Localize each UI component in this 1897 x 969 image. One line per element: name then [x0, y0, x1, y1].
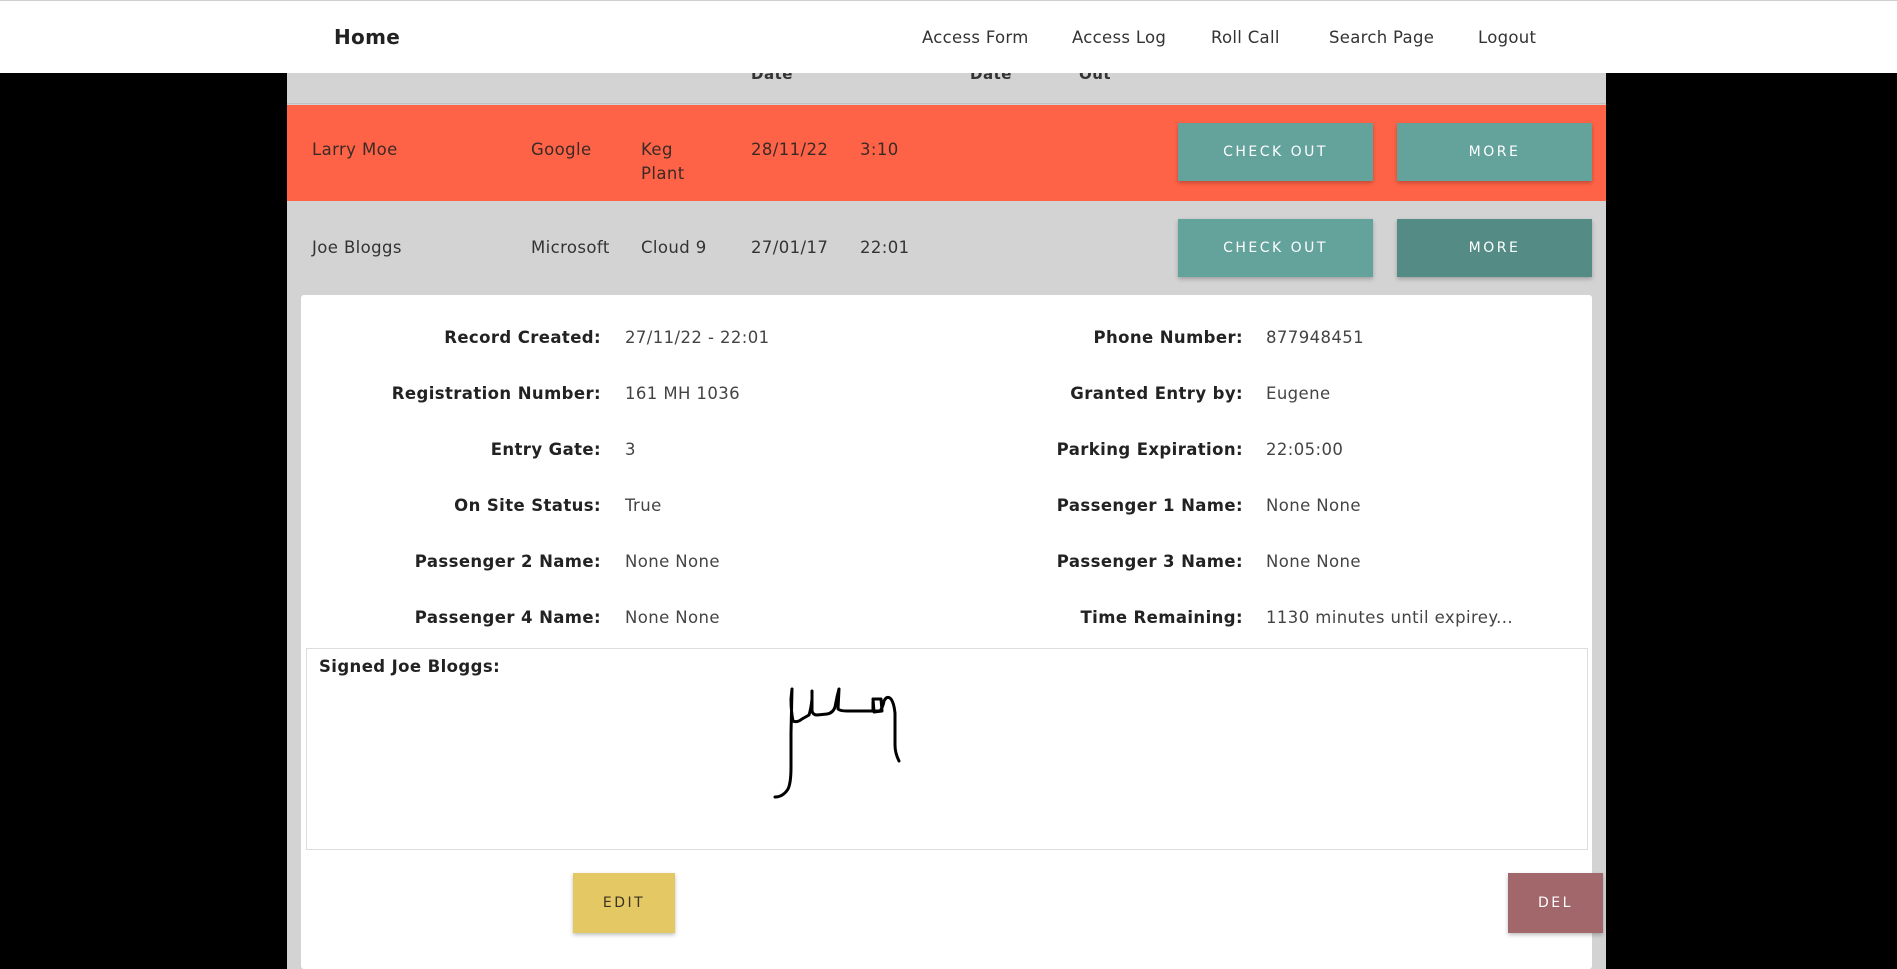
passenger-3-label: Passenger 3 Name:	[1056, 552, 1243, 571]
visitor-company: Google	[531, 140, 592, 159]
nav-access-form[interactable]: Access Form	[922, 28, 1029, 47]
delete-button[interactable]: DEL	[1508, 873, 1603, 933]
passenger-1-label: Passenger 1 Name:	[1056, 496, 1243, 515]
nav-roll-call[interactable]: Roll Call	[1211, 28, 1280, 47]
nav-access-log[interactable]: Access Log	[1072, 28, 1166, 47]
visit-date: 27/01/17	[751, 238, 829, 257]
more-button[interactable]: MORE	[1397, 123, 1592, 181]
phone-number-value: 877948451	[1266, 328, 1365, 347]
time-remaining-value: 1130 minutes until expirey...	[1266, 608, 1514, 627]
signature-box: Signed Joe Bloggs:	[306, 648, 1588, 850]
visitor-name: Larry Moe	[312, 140, 398, 159]
registration-number-value: 161 MH 1036	[625, 384, 741, 403]
time-remaining-label: Time Remaining:	[1080, 608, 1243, 627]
passenger-2-label: Passenger 2 Name:	[414, 552, 601, 571]
passenger-4-label: Passenger 4 Name:	[414, 608, 601, 627]
visitor-location: Cloud 9	[641, 238, 707, 257]
table-row: Larry Moe Google Keg Plant 28/11/22 3:10…	[287, 105, 1606, 201]
top-navbar: Home Access Form Access Log Roll Call Se…	[0, 0, 1897, 73]
visitor-company: Microsoft	[531, 238, 610, 257]
passenger-2-value: None None	[625, 552, 720, 571]
visit-date: 28/11/22	[751, 140, 829, 159]
registration-number-label: Registration Number:	[391, 384, 601, 403]
entry-gate-label: Entry Gate:	[490, 440, 601, 459]
nav-logout[interactable]: Logout	[1478, 28, 1536, 47]
more-button[interactable]: MORE	[1397, 219, 1592, 277]
visitor-location: Keg Plant	[641, 140, 685, 183]
edit-button[interactable]: EDIT	[573, 873, 675, 933]
passenger-1-value: None None	[1266, 496, 1361, 515]
on-site-status-value: True	[625, 496, 662, 515]
nav-search-page[interactable]: Search Page	[1329, 28, 1434, 47]
passenger-3-value: None None	[1266, 552, 1361, 571]
home-link[interactable]: Home	[334, 25, 400, 49]
parking-expiration-label: Parking Expiration:	[1056, 440, 1243, 459]
entry-gate-value: 3	[625, 440, 636, 459]
check-out-button[interactable]: CHECK OUT	[1178, 219, 1373, 277]
record-created-value: 27/11/22 - 22:01	[625, 328, 770, 347]
table-row: Joe Bloggs Microsoft Cloud 9 27/01/17 22…	[287, 203, 1606, 291]
record-created-label: Record Created:	[444, 328, 601, 347]
check-out-button[interactable]: CHECK OUT	[1178, 123, 1373, 181]
on-site-status-label: On Site Status:	[454, 496, 601, 515]
passenger-4-value: None None	[625, 608, 720, 627]
signature-image	[773, 687, 901, 799]
phone-number-label: Phone Number:	[1093, 328, 1243, 347]
main-content: Date Date Out Larry Moe Google Keg Plant…	[287, 0, 1606, 969]
visit-time: 22:01	[860, 238, 910, 257]
visitor-name: Joe Bloggs	[312, 238, 402, 257]
granted-entry-label: Granted Entry by:	[1070, 384, 1243, 403]
visit-time: 3:10	[860, 140, 899, 159]
parking-expiration-value: 22:05:00	[1266, 440, 1344, 459]
granted-entry-value: Eugene	[1266, 384, 1331, 403]
record-details-panel: Record Created: 27/11/22 - 22:01 Phone N…	[301, 295, 1603, 969]
